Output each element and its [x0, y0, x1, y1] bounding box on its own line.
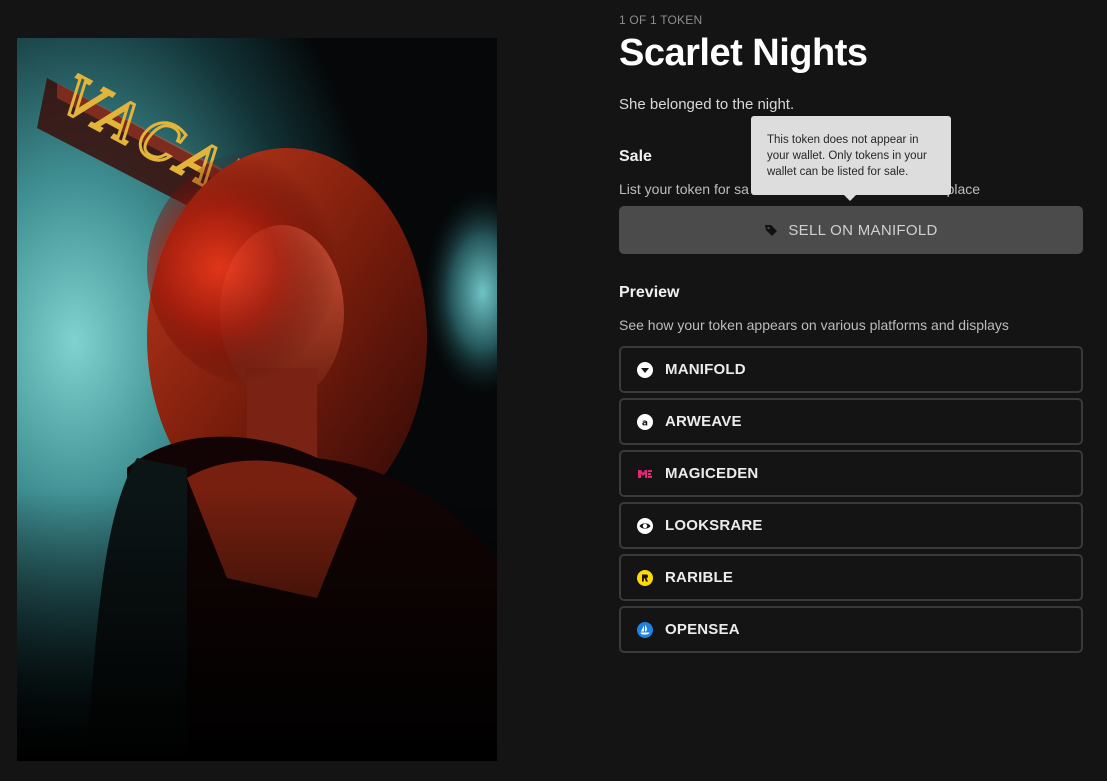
- sale-heading: Sale: [619, 148, 652, 165]
- platform-item-manifold[interactable]: MANIFOLD: [619, 346, 1083, 393]
- token-page: VACANCY 1 OF 1 TOKEN Scarlet Nights She …: [0, 0, 1107, 781]
- portrait-photo: VACANCY: [17, 38, 497, 761]
- token-description: She belonged to the night.: [619, 96, 795, 113]
- platform-label: MANIFOLD: [665, 361, 746, 378]
- page-title: Scarlet Nights: [619, 32, 868, 74]
- svg-text:a: a: [642, 418, 648, 428]
- arweave-icon: a: [637, 413, 653, 430]
- looksrare-icon: [637, 517, 653, 534]
- opensea-icon: [637, 621, 653, 638]
- platform-label: OPENSEA: [665, 621, 740, 638]
- platform-item-looksrare[interactable]: LOOKSRARE: [619, 502, 1083, 549]
- rarible-icon: [637, 569, 653, 586]
- wallet-tooltip: This token does not appear in your walle…: [751, 116, 951, 201]
- edition-label: 1 OF 1 TOKEN: [619, 13, 703, 27]
- platform-label: MAGICEDEN: [665, 465, 759, 482]
- manifold-icon: [637, 361, 653, 378]
- platform-item-magiceden[interactable]: MAGICEDEN: [619, 450, 1083, 497]
- token-artwork[interactable]: VACANCY: [17, 38, 497, 761]
- preview-subtitle: See how your token appears on various pl…: [619, 317, 1009, 333]
- platform-item-arweave[interactable]: a ARWEAVE: [619, 398, 1083, 445]
- magiceden-icon: [637, 466, 653, 482]
- platform-label: ARWEAVE: [665, 413, 742, 430]
- sell-on-manifold-button[interactable]: SELL ON MANIFOLD: [619, 206, 1083, 254]
- platform-list: MANIFOLD a ARWEAVE MAGICEDEN LOOKSRARE R…: [619, 346, 1083, 658]
- sell-button-label: SELL ON MANIFOLD: [788, 221, 938, 239]
- sale-subtitle-start: List your token for sa: [619, 181, 749, 197]
- platform-label: RARIBLE: [665, 569, 734, 586]
- platform-item-opensea[interactable]: OPENSEA: [619, 606, 1083, 653]
- platform-item-rarible[interactable]: RARIBLE: [619, 554, 1083, 601]
- platform-label: LOOKSRARE: [665, 517, 763, 534]
- preview-heading: Preview: [619, 284, 680, 301]
- tag-icon: [764, 223, 778, 237]
